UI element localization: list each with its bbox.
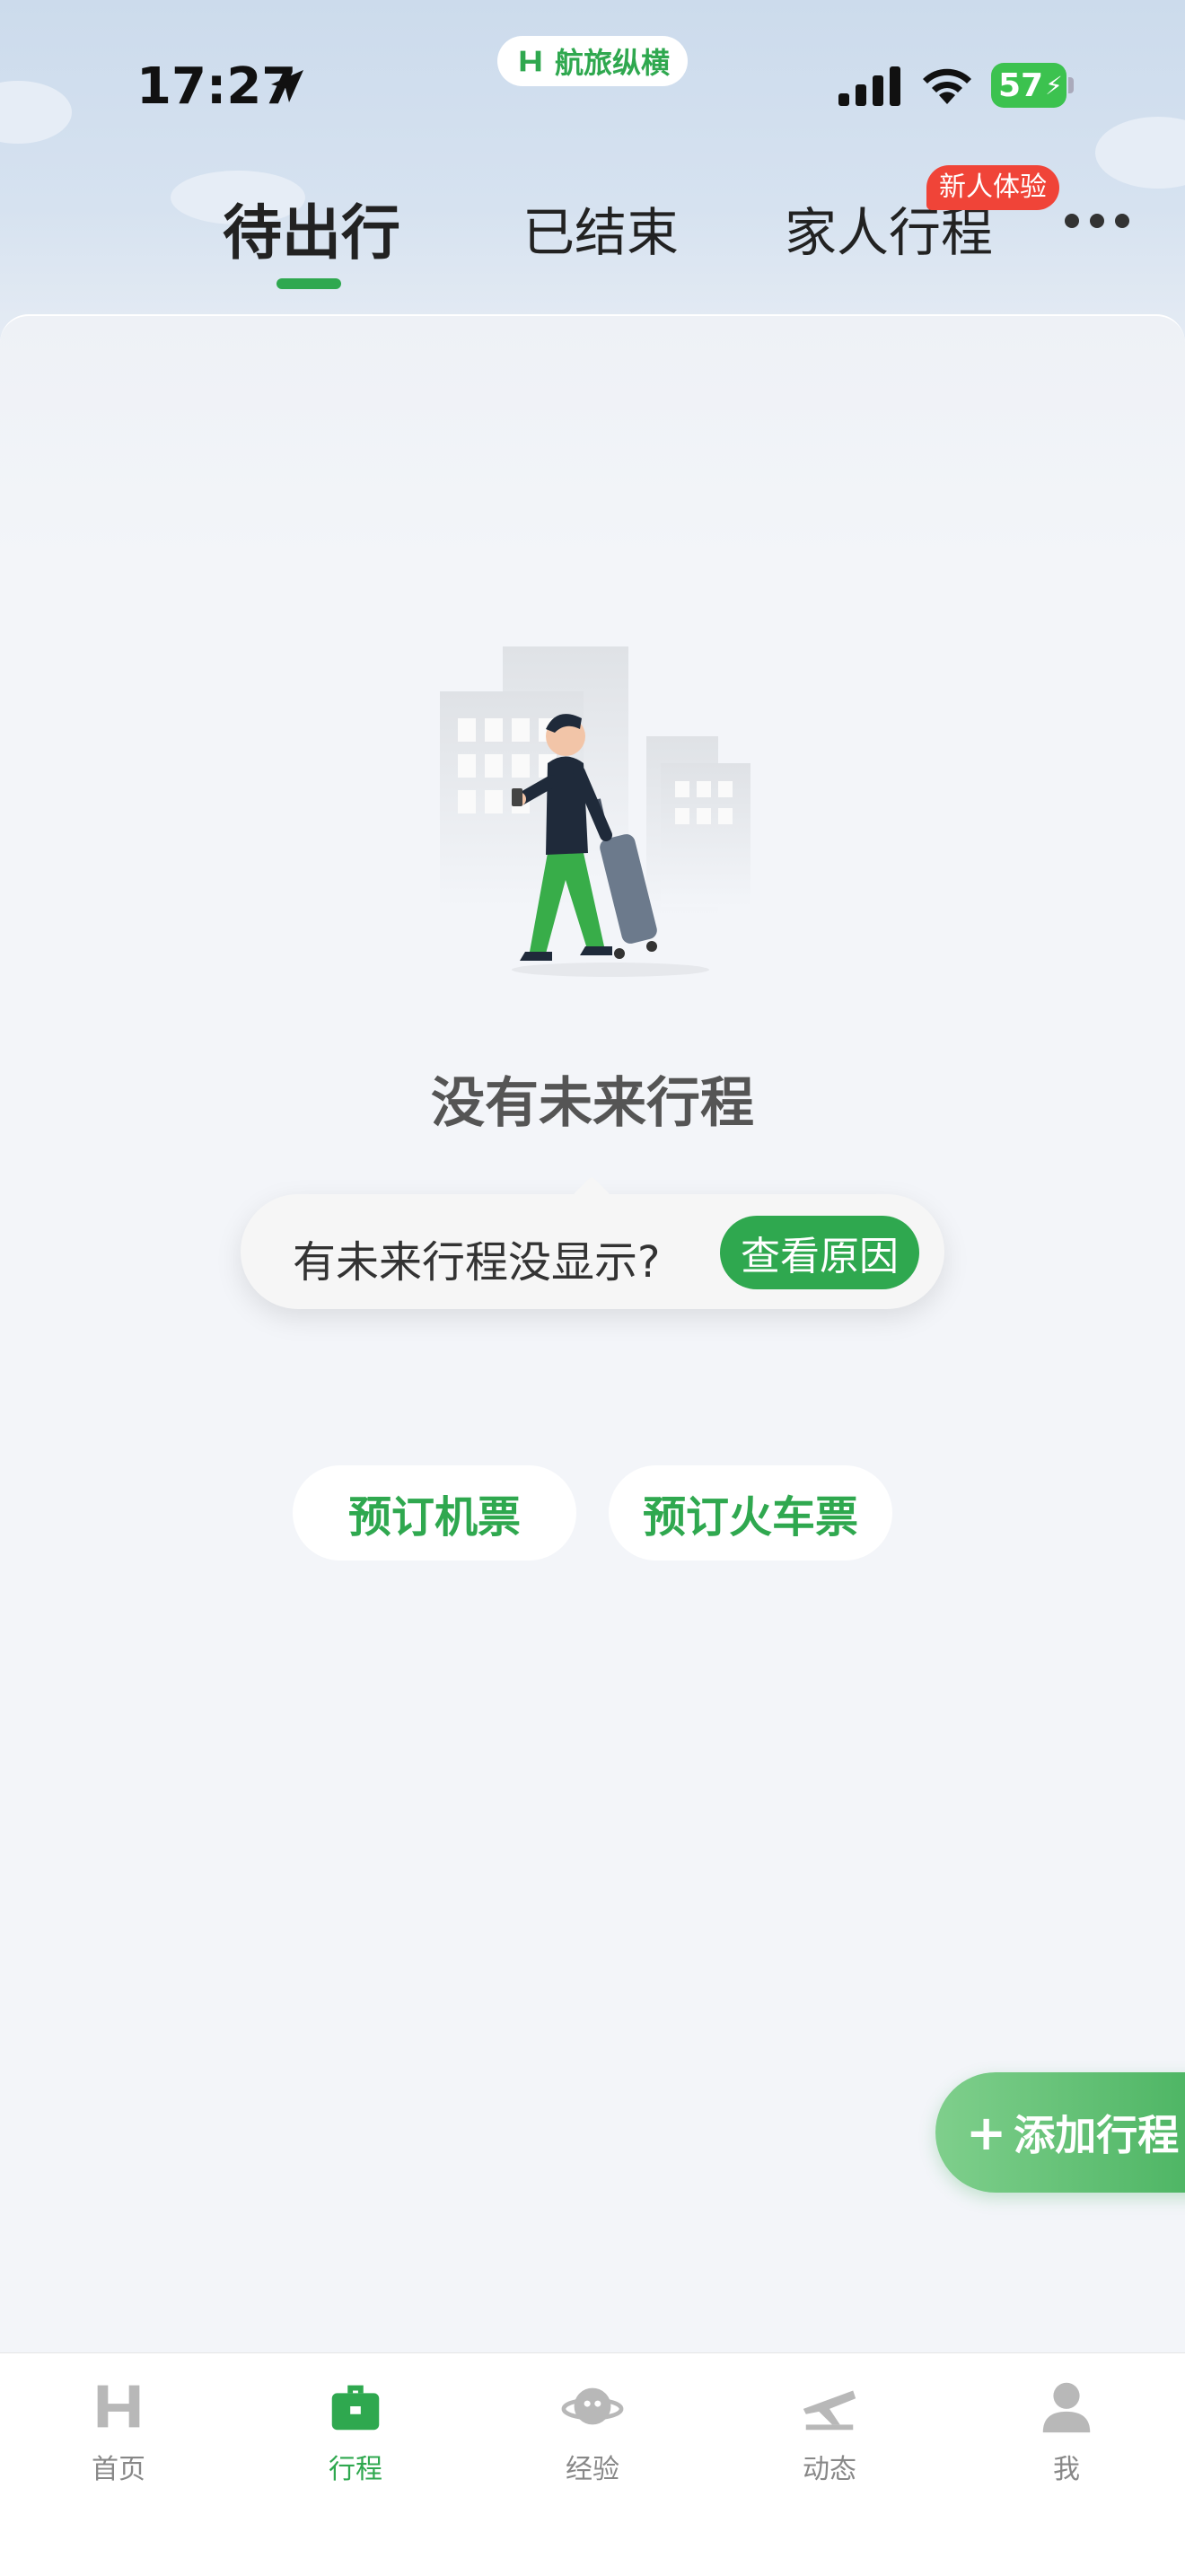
charging-bolt-icon: ⚡ — [1045, 70, 1063, 101]
briefcase-icon — [331, 2385, 380, 2431]
home-logo-icon — [97, 2385, 140, 2428]
nav-label-trips: 行程 — [329, 2454, 382, 2485]
add-trip-button[interactable]: + 添加行程 — [935, 2072, 1185, 2193]
nav-label-home: 首页 — [92, 2454, 145, 2485]
bottom-navigation: 首页 行程 经验 动态 我 — [0, 2352, 1185, 2576]
view-reason-button[interactable]: 查看原因 — [720, 1216, 919, 1289]
nav-label-me: 我 — [1053, 2454, 1080, 2485]
nav-item-me[interactable]: 我 — [977, 2375, 1156, 2486]
active-tab-indicator — [276, 278, 341, 289]
wifi-icon — [923, 68, 971, 104]
plus-icon: + — [966, 2104, 1007, 2161]
new-user-badge: 新人体验 — [926, 165, 1059, 210]
nav-item-trips[interactable]: 行程 — [266, 2375, 445, 2486]
location-arrow-icon — [271, 70, 303, 102]
nav-label-experience: 经验 — [566, 2454, 619, 2485]
app-pill[interactable]: 航旅纵横 — [497, 36, 688, 86]
missing-trip-hint: 有未来行程没显示? 查看原因 — [241, 1194, 944, 1309]
nav-item-experience[interactable]: 经验 — [503, 2375, 682, 2486]
battery-indicator: 57 ⚡ — [991, 63, 1066, 108]
add-trip-label: 添加行程 — [1014, 2111, 1180, 2159]
user-icon — [1042, 2382, 1091, 2433]
nav-item-home[interactable]: 首页 — [29, 2375, 208, 2486]
battery-level: 57 — [998, 66, 1044, 104]
traveler-illustration — [440, 646, 750, 977]
signal-icon — [838, 66, 900, 106]
nav-label-feed: 动态 — [803, 2454, 856, 2485]
cloud-decoration — [0, 81, 72, 144]
more-options-icon[interactable] — [1065, 214, 1129, 228]
missing-trip-hint-text: 有未来行程没显示? — [293, 1237, 661, 1288]
airplane-icon — [803, 2390, 856, 2431]
battery-cap — [1068, 77, 1074, 93]
nav-item-feed[interactable]: 动态 — [740, 2375, 919, 2486]
tab-upcoming[interactable]: 待出行 — [223, 185, 400, 271]
cloud-decoration — [1095, 117, 1185, 189]
app-logo-icon — [520, 50, 541, 72]
planet-icon — [561, 2387, 624, 2425]
book-train-button[interactable]: 预订火车票 — [609, 1465, 892, 1561]
book-flight-button[interactable]: 预订机票 — [293, 1465, 576, 1561]
tab-finished[interactable]: 已结束 — [522, 190, 679, 266]
content-area — [0, 314, 1185, 2354]
app-name: 航旅纵横 — [554, 46, 670, 80]
empty-state-title: 没有未来行程 — [431, 1072, 754, 1135]
